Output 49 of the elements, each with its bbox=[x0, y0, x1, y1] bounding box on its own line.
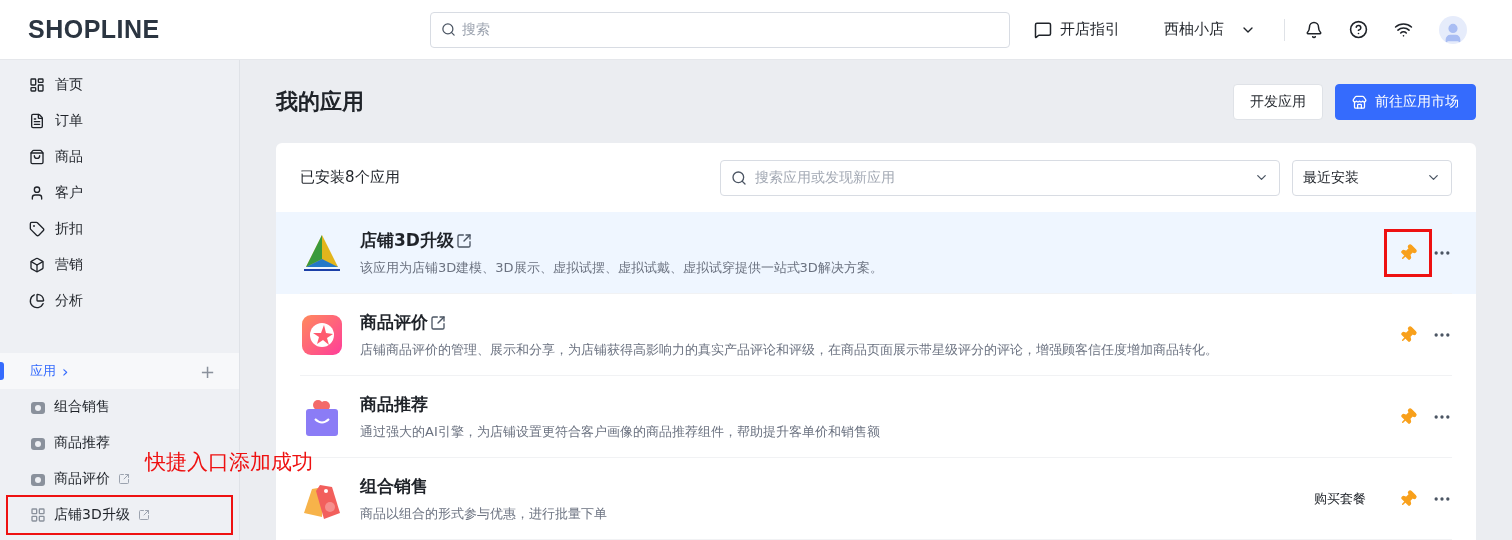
app-market-button[interactable]: 前往应用市场 bbox=[1335, 84, 1476, 120]
nav-icon bbox=[29, 77, 45, 93]
app-description: 商品以组合的形式参与优惠，进行批量下单 bbox=[360, 505, 608, 523]
nav-item[interactable]: 商品 bbox=[0, 139, 239, 175]
page-title: 我的应用 bbox=[276, 88, 365, 116]
wifi-icon[interactable] bbox=[1394, 20, 1413, 39]
annotation-text: 快捷入口添加成功 bbox=[145, 449, 313, 476]
buy-plan-link[interactable]: 购买套餐 bbox=[1314, 490, 1366, 508]
nav-item[interactable]: 订单 bbox=[0, 103, 239, 139]
store-icon bbox=[1352, 94, 1367, 110]
help-icon[interactable] bbox=[1349, 20, 1368, 39]
nav-icon bbox=[29, 149, 45, 165]
develop-app-button[interactable]: 开发应用 bbox=[1233, 84, 1323, 120]
nav-item[interactable]: 客户 bbox=[0, 175, 239, 211]
nav-icon bbox=[29, 293, 45, 309]
external-link-icon[interactable] bbox=[430, 314, 446, 331]
nav-item[interactable]: 分析 bbox=[0, 283, 239, 319]
search-placeholder: 搜索 bbox=[462, 20, 490, 39]
guide-link[interactable]: 开店指引 bbox=[1034, 20, 1120, 39]
logo[interactable]: SHOPLINE bbox=[28, 15, 430, 44]
search-icon bbox=[731, 169, 747, 186]
installed-count: 已安装8个应用 bbox=[300, 168, 401, 187]
chevron-right: › bbox=[62, 361, 69, 381]
nav-icon bbox=[29, 185, 45, 201]
nav-item[interactable]: 首页 bbox=[0, 67, 239, 103]
notification-bell-icon[interactable] bbox=[1305, 20, 1323, 39]
nav-icon bbox=[29, 113, 45, 129]
nav-icon bbox=[29, 221, 45, 237]
external-link-icon[interactable] bbox=[455, 232, 472, 249]
app-name[interactable]: 商品评价 bbox=[360, 311, 428, 334]
app-name[interactable]: 店铺3D升级 bbox=[360, 229, 454, 252]
nav-item[interactable]: 营销 bbox=[0, 247, 239, 283]
sidebar-app-item[interactable]: 商品评价 bbox=[0, 461, 130, 497]
app-name[interactable]: 商品推荐 bbox=[360, 393, 428, 416]
sidebar-app-item[interactable]: 组合销售 bbox=[0, 389, 110, 425]
nav-icon bbox=[29, 257, 45, 273]
app-name[interactable]: 组合销售 bbox=[360, 475, 428, 498]
app-description: 店铺商品评价的管理、展示和分享，为店铺获得高影响力的真实产品评论和评级，在商品页面展示带星级评分的评论，增强顾客信任度增加商品转化。 bbox=[360, 341, 1219, 359]
app-description: 通过强大的AI引擎，为店铺设置更符合客户画像的商品推荐组件，帮助提升客单价和销售额 bbox=[360, 423, 881, 441]
sort-select[interactable]: 最近安装 bbox=[1292, 159, 1452, 196]
store-switcher[interactable]: 西柚小店 bbox=[1164, 20, 1256, 39]
sidebar-app-item[interactable]: 店铺3D升级 bbox=[8, 497, 231, 533]
apps-section-header[interactable]: 应用 › + bbox=[0, 353, 239, 389]
app-description: 该应用为店铺3D建模、3D展示、虚拟试摆、虚拟试戴、虚拟试穿提供一站式3D解决方案。 bbox=[360, 259, 884, 277]
star-logo bbox=[300, 313, 344, 357]
nav-item[interactable]: 折扣 bbox=[0, 211, 239, 247]
sidebar-app-item[interactable]: 商品推荐 bbox=[0, 425, 110, 461]
search-icon bbox=[441, 22, 456, 37]
apps-label: 应用 bbox=[30, 362, 56, 380]
